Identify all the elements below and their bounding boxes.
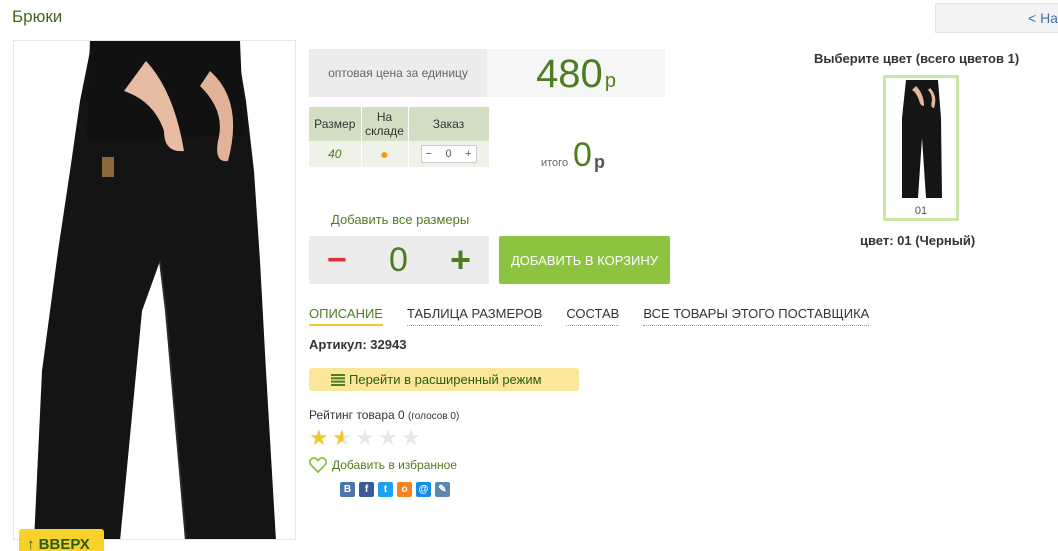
list-icon bbox=[331, 374, 345, 386]
product-tabs: ОПИСАНИЕ ТАБЛИЦА РАЗМЕРОВ СОСТАВ ВСЕ ТОВ… bbox=[309, 306, 893, 326]
increment-button[interactable]: + bbox=[465, 148, 471, 160]
price-number: 480 bbox=[536, 52, 603, 96]
bulk-quantity-value[interactable]: 0 bbox=[389, 241, 408, 280]
price-value: 480 р bbox=[487, 49, 665, 97]
order-cell: − 0 + bbox=[408, 141, 490, 167]
page-title: Брюки bbox=[12, 7, 63, 26]
price-currency: р bbox=[604, 70, 616, 92]
total-value: 0 bbox=[573, 136, 592, 174]
stock-cell: ● bbox=[361, 141, 409, 167]
extended-mode-button[interactable]: Перейти в расширенный режим bbox=[309, 368, 579, 391]
add-all-sizes-label: Добавить все размеры bbox=[331, 212, 470, 227]
tab-supplier-products[interactable]: ВСЕ ТОВАРЫ ЭТОГО ПОСТАВЩИКА bbox=[643, 306, 870, 326]
rating-votes: (голосов 0) bbox=[408, 411, 460, 422]
star-icon[interactable]: ★ bbox=[309, 427, 332, 449]
facebook-icon[interactable]: f bbox=[359, 482, 374, 497]
rating-stars[interactable]: ★ ★ ★ ★ ★ bbox=[309, 427, 424, 449]
star-icon[interactable]: ★ bbox=[378, 427, 401, 449]
price-label: оптовая цена за единицу bbox=[309, 49, 487, 97]
add-to-cart-button[interactable]: ДОБАВИТЬ В КОРЗИНУ bbox=[499, 236, 670, 284]
star-icon[interactable]: ★ bbox=[401, 427, 424, 449]
livejournal-icon[interactable]: ✎ bbox=[435, 482, 450, 497]
bulk-quantity-stepper[interactable]: − 0 + bbox=[309, 236, 489, 284]
total-currency: р bbox=[594, 152, 605, 172]
scroll-up-button[interactable]: ↑ ВВЕРХ bbox=[19, 529, 104, 551]
tab-size-chart[interactable]: ТАБЛИЦА РАЗМЕРОВ bbox=[406, 306, 543, 326]
bulk-increment-button[interactable]: + bbox=[450, 242, 471, 278]
star-icon[interactable]: ★ bbox=[355, 427, 378, 449]
quantity-value[interactable]: 0 bbox=[445, 148, 451, 160]
color-swatch-01[interactable]: 01 bbox=[883, 75, 959, 221]
mailru-icon[interactable]: @ bbox=[416, 482, 431, 497]
heart-icon bbox=[309, 457, 327, 473]
rating-label: Рейтинг товара 0 (голосов 0) bbox=[309, 408, 459, 422]
article-number: Артикул: 32943 bbox=[309, 337, 407, 352]
sizes-table: Размер На складе Заказ 40 ● − 0 + bbox=[309, 107, 490, 167]
bulk-decrement-button[interactable]: − bbox=[327, 243, 347, 277]
extended-mode-label: Перейти в расширенный режим bbox=[349, 372, 542, 387]
color-picker-title: Выберите цвет (всего цветов 1) bbox=[814, 51, 1020, 66]
total-label: итого bbox=[541, 157, 569, 169]
quantity-stepper[interactable]: − 0 + bbox=[420, 145, 477, 163]
product-photo[interactable] bbox=[13, 40, 296, 540]
decrement-button[interactable]: − bbox=[426, 148, 432, 160]
social-share: Вf t о @ ✎ bbox=[340, 482, 454, 497]
size-cell: 40 bbox=[309, 141, 362, 167]
selected-color-caption: цвет: 01 (Черный) bbox=[860, 233, 976, 248]
favorites-label: Добавить в избранное bbox=[332, 458, 457, 472]
back-link[interactable]: < На bbox=[935, 3, 1058, 33]
add-to-favorites[interactable]: Добавить в избранное bbox=[309, 457, 457, 473]
tab-description[interactable]: ОПИСАНИЕ bbox=[309, 306, 383, 326]
rating-text: Рейтинг товара 0 bbox=[309, 408, 405, 422]
color-code: 01 bbox=[914, 205, 928, 217]
star-icon[interactable]: ★ bbox=[332, 427, 355, 449]
order-header: Заказ bbox=[408, 107, 490, 141]
table-row: 40 ● − 0 + bbox=[309, 141, 490, 167]
color-thumbnail bbox=[902, 80, 942, 198]
stock-header: На складе bbox=[361, 107, 409, 141]
stock-indicator-icon: ● bbox=[380, 146, 389, 162]
vk-icon[interactable]: В bbox=[340, 482, 355, 497]
twitter-icon[interactable]: t bbox=[378, 482, 393, 497]
tab-composition[interactable]: СОСТАВ bbox=[566, 306, 620, 326]
size-header: Размер bbox=[309, 107, 362, 141]
odnoklassniki-icon[interactable]: о bbox=[397, 482, 412, 497]
